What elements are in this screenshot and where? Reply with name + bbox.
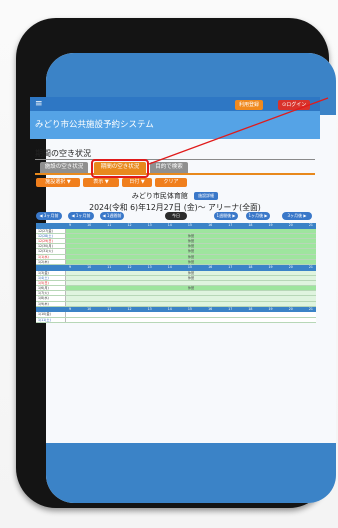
day-slots[interactable] — [66, 228, 316, 233]
tab-underline — [35, 173, 315, 175]
today-button[interactable]: 今日 — [165, 212, 187, 220]
day-label: 1/6(月) — [36, 286, 66, 291]
next-week-button[interactable]: 1週間後 ▶ — [214, 212, 238, 220]
next-3-months-button[interactable]: 3ヶ月後 ▶ — [282, 212, 312, 220]
availability-calendar: 9 10 11 12 13 14 15 16 17 18 19 20 21 12/27(金) 12/28(土… — [36, 223, 316, 323]
highlight-box — [91, 159, 149, 178]
day-slots[interactable] — [66, 301, 316, 306]
day-slots[interactable] — [66, 280, 316, 286]
date-select-button[interactable]: 日付 ▼ — [122, 178, 152, 187]
divider — [35, 159, 315, 160]
facility-detail-button[interactable]: 施設詳細 — [194, 192, 219, 200]
register-button[interactable]: 利用登録 — [235, 100, 264, 110]
day-label: 1/9(木) — [36, 301, 66, 306]
day-slots[interactable] — [66, 296, 316, 301]
clear-button[interactable]: クリア — [155, 178, 187, 187]
next-1-month-button[interactable]: 1ヶ月後 ▶ — [246, 212, 270, 220]
prev-3-months-button[interactable]: ◀ 3ヶ月前 — [36, 212, 62, 220]
day-label: 1/10(金) — [36, 312, 66, 317]
page-title: 期間の空き状況 — [35, 149, 91, 158]
prev-1-month-button[interactable]: ◀ 1ヶ月前 — [68, 212, 94, 220]
top-bar — [30, 97, 320, 111]
day-slots[interactable]: 休館 — [66, 275, 316, 280]
day-label: 1/4(土) — [36, 275, 66, 280]
menu-icon[interactable]: ≡ — [35, 99, 43, 109]
day-slots[interactable] — [66, 312, 316, 317]
day-label: 1/8(水) — [36, 296, 66, 301]
day-label: 1/5(日) — [36, 280, 66, 286]
day-label: 12/28(土) — [36, 233, 66, 238]
page-viewport: ≡ 利用登録 ⊙ログイン みどり市公共施設予約システム 期間の空き状況 施設の空… — [30, 35, 320, 485]
day-slots[interactable]: 休館 — [66, 254, 316, 259]
day-slots[interactable]: 休館 — [66, 233, 316, 238]
day-label: 1/11(土) — [36, 317, 66, 322]
prev-week-button[interactable]: ◀ 1週間前 — [100, 212, 124, 220]
day-slots[interactable]: 休館 — [66, 259, 316, 264]
day-slots[interactable]: 休館 — [66, 286, 316, 291]
day-slots[interactable] — [66, 317, 316, 322]
facility-title: みどり市民体育館 施設詳細 — [30, 191, 320, 201]
facility-name: みどり市民体育館 — [131, 192, 188, 200]
day-label: 1/2(木) — [36, 259, 66, 264]
day-label: 1/1(水) — [36, 254, 66, 259]
day-slots[interactable]: 休館 — [66, 249, 316, 254]
day-label: 1/7(火) — [36, 291, 66, 296]
tab-search-by-purpose[interactable]: 目的で検索 — [150, 162, 188, 173]
system-title[interactable]: みどり市公共施設予約システム — [35, 118, 154, 130]
day-label: 12/31(火) — [36, 249, 66, 254]
day-label: 12/29(日) — [36, 238, 66, 244]
day-slots[interactable]: 休館 — [66, 238, 316, 244]
login-button[interactable]: ⊙ログイン — [278, 100, 311, 110]
day-label: 12/30(月) — [36, 244, 66, 249]
day-slots[interactable]: 休館 — [66, 244, 316, 249]
day-row: 1/11(土) — [36, 317, 316, 323]
day-label: 12/27(金) — [36, 228, 66, 233]
day-label: 1/3(金) — [36, 270, 66, 275]
facility-select-button[interactable]: 施設選択 ▼ — [36, 178, 80, 187]
day-slots[interactable] — [66, 291, 316, 296]
day-slots[interactable]: 休館 — [66, 270, 316, 275]
display-select-button[interactable]: 表示 ▼ — [83, 178, 119, 187]
tab-facility-availability[interactable]: 施設の空き状況 — [40, 162, 88, 173]
